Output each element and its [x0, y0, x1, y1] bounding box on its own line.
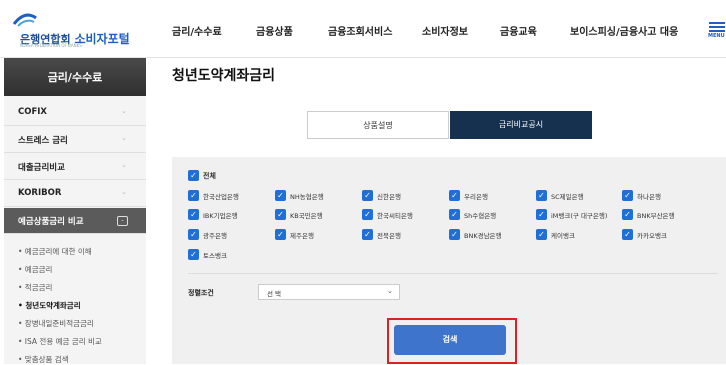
checkbox-label: 한국씨티은행	[377, 212, 413, 220]
menu-button[interactable]: MENU	[708, 20, 726, 42]
page-title: 청년도약계좌금리	[172, 68, 276, 84]
nav-inquiry-service[interactable]: 금융조회서비스	[328, 23, 392, 38]
sidebar-item-label: COFIX	[18, 107, 47, 117]
sidebar-item-label: KORIBOR	[18, 188, 62, 198]
check-icon: ✓	[275, 190, 286, 201]
checkbox-label: KB국민은행	[290, 212, 323, 220]
subitem-deposit-rate[interactable]: • 예금금리	[18, 264, 52, 275]
hamburger-icon-bar	[709, 26, 725, 28]
check-icon: ✓	[449, 209, 460, 220]
check-icon: ✓	[449, 229, 460, 240]
checkbox-label: 전북은행	[377, 232, 401, 240]
portal-name: 소비자포털	[74, 32, 130, 46]
sidebar-item-loan-rate-compare[interactable]: 대출금리비교 ⌄	[4, 154, 146, 180]
check-icon: ✓	[188, 170, 199, 181]
search-button[interactable]: 검색	[394, 325, 506, 355]
subitem-savings-rate[interactable]: • 적금금리	[18, 282, 52, 293]
nav-products[interactable]: 금융상품	[256, 23, 293, 38]
sidebar: 금리/수수료 COFIX ⌄ 스트레스 금리 ⌄ 대출금리비교 ⌄ KORIBO…	[4, 58, 146, 364]
checkbox-label: 전체	[203, 172, 216, 180]
nav-voice-phishing[interactable]: 보이스피싱/금융사고 대응	[570, 23, 678, 38]
sidebar-item-deposit-rate-compare[interactable]: 예금상품금리 비교 -	[4, 208, 146, 234]
checkbox-label: 광주은행	[203, 232, 227, 240]
top-header: 은행연합회 소비자포털 KOREA FEDERATION OF BANKS 금리…	[0, 0, 726, 58]
check-icon: ✓	[622, 190, 633, 201]
sidebar-item-label: 스트레스 금리	[18, 136, 68, 146]
nav-rates-fees[interactable]: 금리/수수료	[172, 23, 222, 38]
checkbox-label: SC제일은행	[551, 193, 584, 201]
checkbox-label: 제주은행	[290, 232, 314, 240]
hamburger-icon-bar	[709, 30, 725, 32]
collapse-icon[interactable]: -	[117, 216, 128, 226]
sidebar-item-stress-rate[interactable]: 스트레스 금리 ⌄	[4, 127, 146, 153]
sidebar-item-label: 예금상품금리 비교	[18, 217, 84, 227]
check-icon: ✓	[622, 229, 633, 240]
subitem-isa-deposit-compare[interactable]: • ISA 전용 예금 금리 비교	[18, 336, 102, 347]
chevron-down-icon: ⌄	[121, 161, 127, 169]
check-icon: ✓	[536, 190, 547, 201]
chevron-down-icon: ⌄	[121, 107, 127, 115]
org-subtext: KOREA FEDERATION OF BANKS	[20, 43, 82, 48]
check-icon: ✓	[275, 229, 286, 240]
tab-product-description[interactable]: 상품설명	[307, 111, 449, 139]
checkbox-label: 하나은행	[637, 193, 661, 201]
menu-label: MENU	[708, 33, 725, 39]
check-icon: ✓	[536, 229, 547, 240]
subitem-deposit-rate-guide[interactable]: • 예금금리에 대한 이해	[18, 246, 92, 257]
tab-rate-comparison[interactable]: 금리비교공시	[450, 111, 592, 139]
checkbox-label: 토스뱅크	[203, 252, 227, 260]
checkbox-label: IBK기업은행	[203, 212, 238, 220]
check-icon: ✓	[188, 190, 199, 201]
check-icon: ✓	[362, 209, 373, 220]
check-icon: ✓	[275, 209, 286, 220]
check-icon: ✓	[188, 249, 199, 260]
panel-divider	[188, 273, 718, 274]
check-icon: ✓	[536, 209, 547, 220]
check-icon: ✓	[362, 229, 373, 240]
hamburger-icon	[709, 22, 725, 24]
checkbox-label: BNK경남은행	[464, 232, 502, 240]
sidebar-title-text: 금리/수수료	[47, 71, 103, 84]
checkbox-label: 케이뱅크	[551, 232, 575, 240]
checkbox-label: NH농협은행	[290, 193, 324, 201]
check-icon: ✓	[362, 190, 373, 201]
nav-education[interactable]: 금융교육	[500, 23, 537, 38]
nav-consumer-info[interactable]: 소비자정보	[422, 23, 468, 38]
check-icon: ✓	[188, 209, 199, 220]
sidebar-item-koribor[interactable]: KORIBOR ⌄	[4, 181, 146, 207]
subitem-custom-search[interactable]: • 맞춤상품 검색	[18, 354, 69, 365]
sidebar-item-label: 대출금리비교	[18, 163, 65, 173]
checkbox-label: iM뱅크(구 대구은행)	[551, 212, 608, 220]
checkbox-label: 한국산업은행	[203, 193, 239, 201]
chevron-down-icon: ⌄	[387, 287, 393, 295]
sort-label: 정렬조건	[188, 289, 214, 297]
checkbox-label: 우리은행	[464, 193, 488, 201]
check-icon: ✓	[188, 229, 199, 240]
subitem-soldier-savings[interactable]: • 장병내일준비적금금리	[18, 318, 94, 329]
site-logo[interactable]: 은행연합회 소비자포털 KOREA FEDERATION OF BANKS	[6, 12, 156, 48]
sidebar-item-cofix[interactable]: COFIX ⌄	[4, 100, 146, 126]
checkbox-label: Sh수협은행	[464, 212, 497, 220]
checkbox-label: BNK부산은행	[637, 212, 675, 220]
sort-select[interactable]: 선 택 ⌄	[258, 284, 400, 300]
checkbox-label: 카카오뱅크	[637, 232, 667, 240]
check-icon: ✓	[622, 209, 633, 220]
sidebar-title: 금리/수수료	[4, 58, 146, 96]
sort-select-value: 선 택	[267, 290, 282, 298]
checkbox-label: 신한은행	[377, 193, 401, 201]
logo-mark-icon	[12, 13, 37, 27]
chevron-down-icon: ⌄	[121, 188, 127, 196]
chevron-down-icon: ⌄	[121, 134, 127, 142]
subitem-youth-leap-account[interactable]: • 청년도약계좌금리	[18, 300, 81, 311]
check-icon: ✓	[449, 190, 460, 201]
